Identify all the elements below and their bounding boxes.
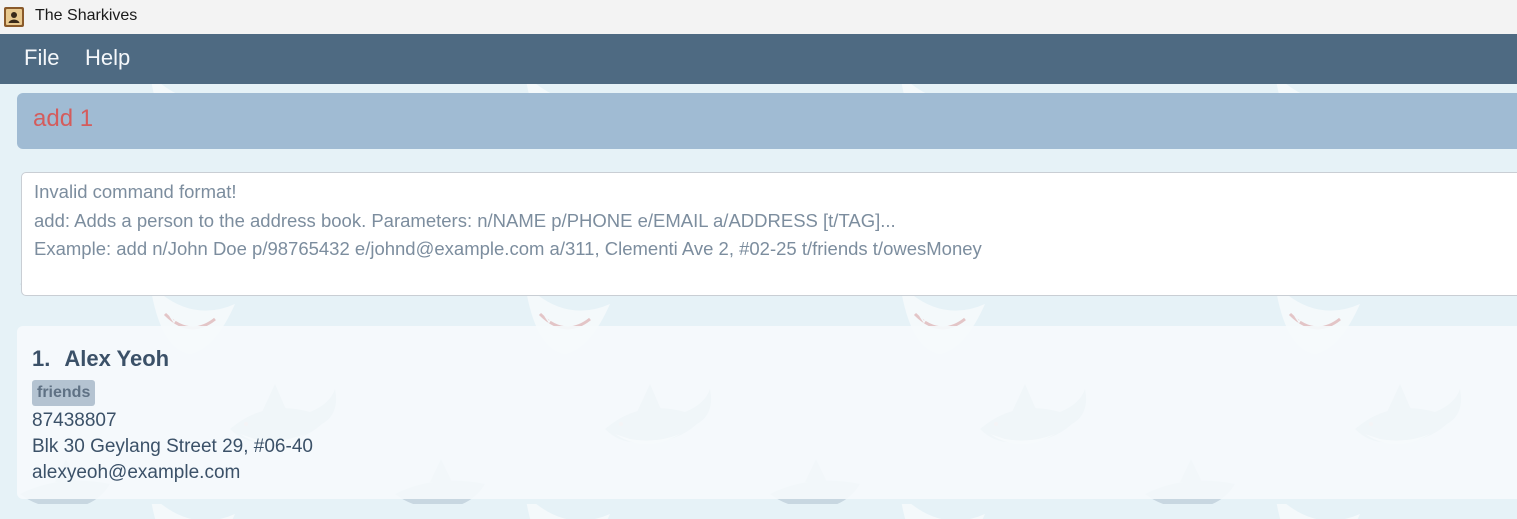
person-phone: 87438807 <box>32 410 117 431</box>
result-display: Invalid command format! add: Adds a pers… <box>21 172 1517 296</box>
result-line: Example: add n/John Doe p/98765432 e/joh… <box>34 238 982 259</box>
person-tag: friends <box>32 380 96 406</box>
menu-bar: File Help <box>0 34 1517 84</box>
result-line: Invalid command format! <box>34 181 237 202</box>
menu-help[interactable]: Help <box>85 45 130 71</box>
person-card[interactable]: 1. Alex Yeoh friends 87438807 Blk 30 Geyl… <box>17 326 1517 499</box>
result-line: add: Adds a person to the address book. … <box>34 210 896 231</box>
window-title: The Sharkives <box>35 7 138 24</box>
person-email: alexyeoh@example.com <box>32 462 241 483</box>
address-book-icon <box>4 7 24 27</box>
person-index: 1. <box>32 346 51 371</box>
main-content: add 1 Invalid command format! add: Adds … <box>0 84 1517 519</box>
title-bar: The Sharkives <box>0 0 1517 34</box>
app-window: The Sharkives File Help add 1 Invalid co… <box>0 0 1517 519</box>
person-address: Blk 30 Geylang Street 29, #06-40 <box>32 436 313 457</box>
person-name: Alex Yeoh <box>64 346 170 371</box>
person-name-row: 1. Alex Yeoh <box>32 346 169 372</box>
command-input-box[interactable]: add 1 <box>17 93 1517 149</box>
command-input-text[interactable]: add 1 <box>33 105 93 133</box>
menu-file[interactable]: File <box>24 45 59 71</box>
